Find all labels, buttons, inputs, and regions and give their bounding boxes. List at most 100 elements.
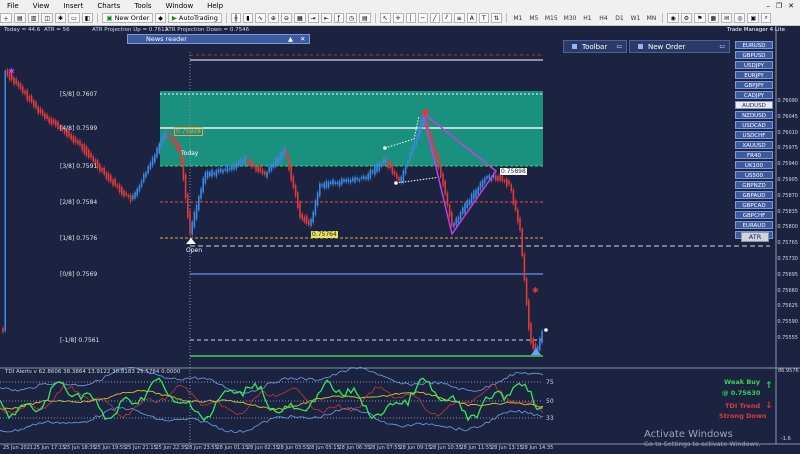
menu-insert[interactable]: Insert xyxy=(56,2,90,10)
symbol-button-usdchf[interactable]: USDCHF xyxy=(735,131,773,139)
timeframe-w1[interactable]: W1 xyxy=(628,13,642,23)
price-chart[interactable]: ✱ ✱ xyxy=(0,26,800,454)
cursor-icon[interactable]: ↖ xyxy=(379,13,391,23)
timeframe-m30[interactable]: M30 xyxy=(562,13,579,23)
menu-view[interactable]: View xyxy=(26,2,57,10)
signal-icon[interactable]: ✉ xyxy=(721,13,733,23)
pattern-point[interactable] xyxy=(383,146,387,150)
symbol-button-cadjpy[interactable]: CADJPY xyxy=(735,91,773,99)
tile-windows-icon[interactable]: ▦ xyxy=(293,13,306,23)
minimize-icon[interactable]: – xyxy=(766,2,770,10)
candle-body xyxy=(365,176,367,180)
candle-body xyxy=(44,113,46,119)
level-label-3-8: [3/8] 0.7591 xyxy=(60,163,98,170)
symbol-button-gbpaud[interactable]: GBPAUD xyxy=(735,191,773,199)
timeframe-m1[interactable]: M1 xyxy=(511,13,525,23)
symbol-button-eurjpy[interactable]: EURJPY xyxy=(735,71,773,79)
indicators-icon[interactable]: ƒ xyxy=(333,13,344,23)
market-watch-icon[interactable]: ▥ xyxy=(27,13,40,23)
strategy-tester-icon[interactable]: ◧ xyxy=(81,13,94,23)
candle-body xyxy=(277,157,279,165)
chart-header: Today = 44.6 ATR = 56 ATR Projection Up … xyxy=(0,27,560,34)
fibonacci-icon[interactable]: ≡ xyxy=(453,13,465,23)
collapse-icon[interactable]: ▲ xyxy=(288,35,293,43)
bar-chart-icon[interactable]: ╫ xyxy=(230,13,241,23)
grid-icon[interactable]: ▦ xyxy=(707,13,720,23)
timeframe-m5[interactable]: M5 xyxy=(527,13,541,23)
menu-file[interactable]: File xyxy=(0,2,26,10)
chart-shift-icon[interactable]: ⇤ xyxy=(320,13,332,23)
arrows-icon[interactable]: ⇅ xyxy=(490,13,502,23)
data-window-icon[interactable]: ◫ xyxy=(41,13,54,23)
symbol-button-uk100[interactable]: UK100 xyxy=(735,161,773,169)
symbol-button-xauusd[interactable]: XAUUSD xyxy=(735,141,773,149)
chart-window[interactable]: ✱ ✱ xyxy=(0,26,800,454)
templates-icon[interactable]: ▤ xyxy=(358,13,371,23)
equidistant-channel-icon[interactable]: ⫽ xyxy=(441,13,452,23)
close-icon[interactable]: ✕ xyxy=(788,2,794,10)
screenshot-icon[interactable]: ◉ xyxy=(667,13,679,23)
candle-chart-icon[interactable]: ▮ xyxy=(242,13,253,23)
symbol-button-audusd[interactable]: AUDUSD xyxy=(735,101,773,109)
symbol-button-fr40[interactable]: FR40 xyxy=(735,151,773,159)
timeframe-m15[interactable]: M15 xyxy=(543,13,560,23)
horizontal-line-icon[interactable]: ─ xyxy=(417,13,428,23)
periods-icon[interactable]: ◷ xyxy=(345,13,357,23)
candle-body xyxy=(407,159,409,167)
date-axis-label: 28 Jun 03:55 xyxy=(277,445,310,451)
terminal-icon[interactable]: ▭ xyxy=(68,13,80,23)
news-reader-bar[interactable]: News reader ▲ ✕ xyxy=(127,34,310,44)
autotrading-button[interactable]: ▶ AutoTrading xyxy=(167,13,222,23)
vertical-line-icon[interactable]: │ xyxy=(405,13,416,23)
text-icon[interactable]: A xyxy=(466,13,477,23)
symbol-button-gbpcad[interactable]: GBPCAD xyxy=(735,201,773,209)
symbol-button-nzdusd[interactable]: NZDUSD xyxy=(735,111,773,119)
profiles-icon[interactable]: ▤ xyxy=(14,13,26,23)
candle-body xyxy=(244,156,246,164)
symbol-button-usdcad[interactable]: USDCAD xyxy=(735,121,773,129)
alert-icon[interactable]: ⚑ xyxy=(694,13,706,23)
symbol-button-gbpjpy[interactable]: GBPJPY xyxy=(735,81,773,89)
market-icon[interactable]: ◎ xyxy=(734,13,746,23)
crosshair-icon[interactable]: ✛ xyxy=(392,13,404,23)
close-icon[interactable]: ✕ xyxy=(300,35,305,43)
menu-tools[interactable]: Tools xyxy=(127,2,158,10)
zoom-out-icon[interactable]: ⊖ xyxy=(280,13,292,23)
label-icon[interactable]: T xyxy=(478,13,489,23)
timeframe-mn[interactable]: MN xyxy=(644,13,658,23)
timeframe-h1[interactable]: H1 xyxy=(580,13,594,23)
search-icon[interactable]: ⌕ xyxy=(761,13,772,23)
restore-icon[interactable]: ❐ xyxy=(776,2,782,10)
price-tag-low: 0.75764 xyxy=(311,231,338,238)
timeframe-d1[interactable]: D1 xyxy=(612,13,626,23)
metaeditor-icon[interactable]: ◆ xyxy=(155,13,166,23)
settings-icon[interactable]: ⚙ xyxy=(680,13,693,23)
symbol-button-euraud[interactable]: EURAUD xyxy=(735,221,773,229)
candle-body xyxy=(325,181,328,189)
trendline-icon[interactable]: ╱ xyxy=(429,13,440,23)
restore-icon[interactable]: ▭ xyxy=(616,43,622,50)
symbol-button-gbpnzd[interactable]: GBPNZD xyxy=(735,181,773,189)
atr-button[interactable]: ATR xyxy=(741,232,769,242)
menu-charts[interactable]: Charts xyxy=(90,2,127,10)
menu-help[interactable]: Help xyxy=(200,2,230,10)
zoom-in-icon[interactable]: ⊕ xyxy=(267,13,279,23)
pattern-point[interactable] xyxy=(394,181,398,185)
new-order-panel[interactable]: New Order ▭ xyxy=(629,40,730,53)
symbol-button-us500[interactable]: US500 xyxy=(735,171,773,179)
symbol-button-eurusd[interactable]: EURUSD xyxy=(735,41,773,49)
layout-icon[interactable]: ▣ xyxy=(747,13,760,23)
navigator-icon[interactable]: ✱ xyxy=(55,13,67,23)
symbol-button-gbpusd[interactable]: GBPUSD xyxy=(735,51,773,59)
menu-window[interactable]: Window xyxy=(159,2,201,10)
new-chart-icon[interactable]: ＋ xyxy=(0,13,13,23)
symbol-button-gbpchf[interactable]: GBPCHF xyxy=(735,211,773,219)
restore-icon[interactable]: ▭ xyxy=(719,43,725,50)
timeframe-h4[interactable]: H4 xyxy=(596,13,610,23)
autoscroll-icon[interactable]: ⇥ xyxy=(307,13,319,23)
new-order-button[interactable]: ▣ New Order xyxy=(102,13,154,23)
toolbar-panel[interactable]: Toolbar ▭ xyxy=(563,40,627,53)
open-arrow-icon[interactable] xyxy=(186,238,196,244)
line-chart-icon[interactable]: ∿ xyxy=(254,13,266,23)
symbol-button-usdjpy[interactable]: USDJPY xyxy=(735,61,773,69)
